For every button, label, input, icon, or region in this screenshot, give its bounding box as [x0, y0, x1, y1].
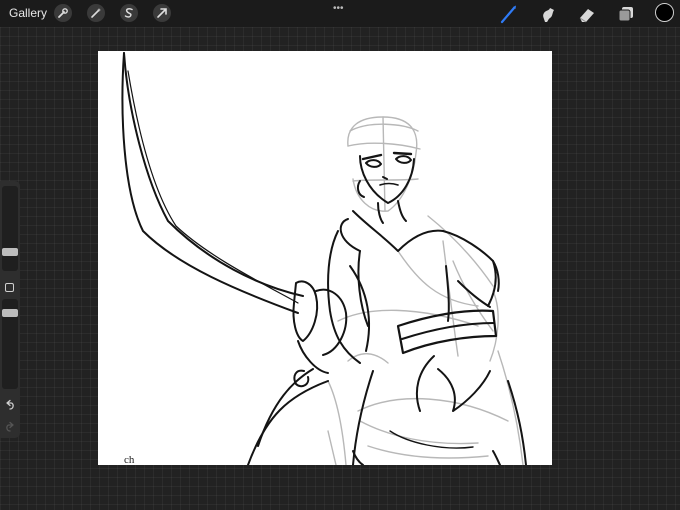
artist-signature: ch	[124, 454, 135, 465]
brush-size-slider[interactable]	[2, 186, 18, 271]
modify-square-icon[interactable]	[5, 283, 14, 292]
character-sketch-artwork: ch	[121, 52, 527, 465]
more-options-handle[interactable]: •••	[333, 3, 344, 14]
wrench-icon[interactable]	[54, 4, 72, 22]
top-toolbar: Gallery •••	[0, 0, 680, 27]
eraser-icon[interactable]	[576, 3, 598, 25]
selection-s-icon[interactable]	[120, 4, 138, 22]
color-picker-swatch[interactable]	[655, 3, 674, 22]
opacity-slider-thumb[interactable]	[2, 309, 18, 317]
magic-wand-icon[interactable]	[87, 4, 105, 22]
gallery-button[interactable]: Gallery	[9, 6, 47, 20]
brush-icon[interactable]	[498, 3, 520, 25]
drawing-canvas[interactable]: ch	[98, 51, 552, 465]
layers-icon[interactable]	[615, 3, 637, 25]
redo-icon[interactable]	[4, 421, 16, 433]
smudge-icon[interactable]	[537, 3, 559, 25]
brush-size-slider-thumb[interactable]	[2, 247, 18, 256]
undo-icon[interactable]	[4, 399, 16, 411]
transform-arrow-icon[interactable]	[153, 4, 171, 22]
left-sidebar	[0, 181, 20, 438]
